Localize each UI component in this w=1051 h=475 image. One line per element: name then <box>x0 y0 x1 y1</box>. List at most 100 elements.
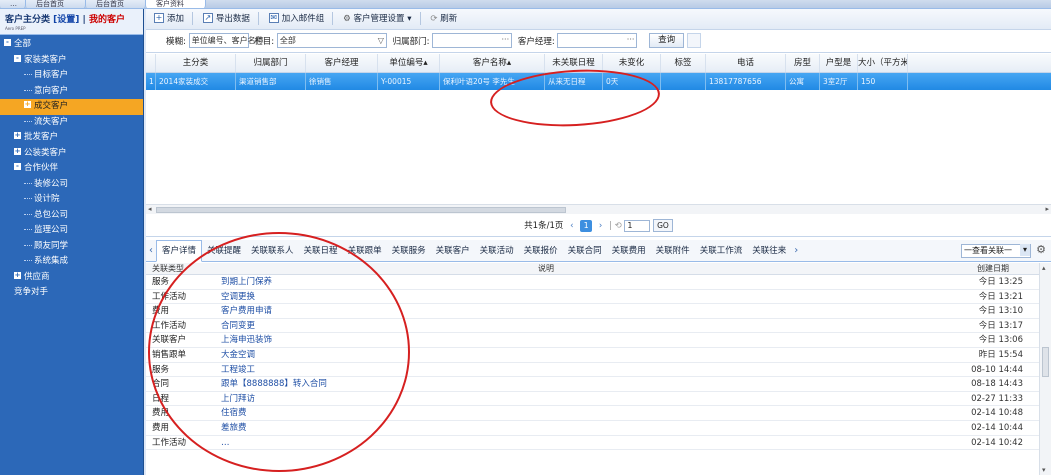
list-item[interactable]: 费用 住宿费 02-14 10:48 <box>146 406 1039 421</box>
column-header[interactable]: 客户经理 <box>306 54 378 72</box>
horizontal-scrollbar[interactable]: ◂ ▸ <box>146 204 1051 214</box>
fuzzy-search-input[interactable]: 单位编号、客户名称 <box>188 33 264 48</box>
scrollbar-thumb[interactable] <box>156 207 566 213</box>
list-item[interactable]: 费用 客户费用申请 今日 13:10 <box>146 304 1039 319</box>
gear-icon[interactable]: ⚙ <box>1036 243 1046 256</box>
tabs-scroll-left-icon[interactable]: ‹ <box>146 245 156 256</box>
sidebar-item[interactable]: + 公装类客户 <box>0 146 143 162</box>
expand-icon[interactable]: + <box>14 132 21 139</box>
scroll-left-icon[interactable]: ◂ <box>148 205 152 213</box>
related-description[interactable]: 上海申迅装饰 <box>221 333 871 347</box>
next-page-icon[interactable]: › <box>599 221 602 231</box>
tab[interactable]: 关联日程 <box>299 241 343 262</box>
related-description[interactable]: … <box>221 436 871 450</box>
vertical-scrollbar[interactable]: ▴ ▾ <box>1039 263 1051 475</box>
sidebar-item[interactable]: 装修公司 <box>0 177 143 193</box>
list-item[interactable]: 关联客户 上海申迅装饰 今日 13:06 <box>146 333 1039 348</box>
tab[interactable]: 关联跟单 <box>343 241 387 262</box>
mail-group-button[interactable]: ✉ 加入邮件组 <box>265 12 329 27</box>
related-description[interactable]: 住宿费 <box>221 406 871 420</box>
column-header[interactable]: 电话 <box>706 54 786 72</box>
tab[interactable]: 关联往来 <box>747 241 791 262</box>
sidebar-item[interactable]: + 批发客户 <box>0 130 143 146</box>
sidebar-item[interactable]: 顾友同学 <box>0 239 143 255</box>
column-header[interactable]: 标签 <box>661 54 706 72</box>
dept-field[interactable] <box>432 33 513 48</box>
sidebar-item[interactable]: + 供应商 <box>0 270 143 286</box>
tab[interactable]: 关联附件 <box>651 241 695 262</box>
sidebar-item[interactable]: 目标客户 <box>0 68 143 84</box>
collapse-icon[interactable]: - <box>14 54 21 62</box>
tab[interactable]: 关联联系人 <box>246 241 299 262</box>
sidebar-item[interactable]: 总包公司 <box>0 208 143 224</box>
scroll-right-icon[interactable]: ▸ <box>1045 205 1049 213</box>
top-tab-2[interactable]: 后台首页 <box>86 0 146 8</box>
tab[interactable]: 关联报价 <box>519 241 563 262</box>
column-header[interactable]: 户型是 <box>820 54 858 72</box>
refresh-button[interactable]: ⟳ 刷新 <box>426 12 461 27</box>
sidebar-my-customers-link[interactable]: 我的客户 <box>89 15 125 25</box>
top-tab-3[interactable]: 客户资料 <box>146 0 206 8</box>
sidebar-item[interactable]: - 合作伙伴 <box>0 161 143 177</box>
related-description[interactable]: 大金空调 <box>221 348 871 362</box>
related-description[interactable]: 工程竣工 <box>221 363 871 377</box>
table-row[interactable]: 1 2014家装成交 渠道销售部 徐销售 Y-00015 保利叶语20号 李先生 从来无日程… <box>146 73 1051 90</box>
tab[interactable]: 关联费用 <box>607 241 651 262</box>
scroll-up-icon[interactable]: ▴ <box>1042 264 1046 272</box>
tab[interactable]: 关联服务 <box>387 241 431 262</box>
sidebar-settings-link[interactable]: [设置] <box>53 15 79 25</box>
related-description[interactable]: 空调更换 <box>221 290 871 304</box>
related-description[interactable]: 上门拜访 <box>221 392 871 406</box>
list-item[interactable]: 日程 上门拜访 02-27 11:33 <box>146 392 1039 407</box>
column-header[interactable]: 客户名称▴ <box>440 54 545 72</box>
column-header[interactable]: 归属部门 <box>236 54 306 72</box>
customer-settings-button[interactable]: ⚙ 客户管理设置 ▾ <box>339 12 415 27</box>
current-page[interactable]: 1 <box>580 219 593 232</box>
sidebar-item[interactable]: 设计院 <box>0 192 143 208</box>
expand-icon[interactable]: + <box>14 271 21 279</box>
expand-icon[interactable]: + <box>14 147 21 155</box>
column-header[interactable]: 大小（平方米 <box>858 54 908 72</box>
list-item[interactable]: 合同 跟单【8888888】转入合同 08-18 14:43 <box>146 377 1039 392</box>
query-dropdown[interactable] <box>686 33 701 48</box>
tab[interactable]: 关联合同 <box>563 241 607 262</box>
list-item[interactable]: 服务 工程竣工 08-10 14:44 <box>146 363 1039 378</box>
top-tab-0[interactable]: … <box>0 0 26 8</box>
column-header[interactable]: 未变化 <box>603 54 661 72</box>
scrollbar-thumb[interactable] <box>1042 347 1049 377</box>
manager-field[interactable] <box>557 33 638 48</box>
column-header[interactable]: 主分类 <box>156 54 236 72</box>
go-button[interactable]: GO <box>653 219 673 232</box>
view-related-select[interactable]: 一查看关联一 <box>961 244 1031 258</box>
tab[interactable]: 关联工作流 <box>695 241 748 262</box>
expand-icon[interactable]: + <box>24 101 31 108</box>
tab[interactable]: 客户详情 <box>156 240 203 262</box>
prev-page-icon[interactable]: ‹ <box>570 221 573 231</box>
sidebar-item[interactable]: - 家装类客户 <box>0 53 143 69</box>
sidebar-item[interactable]: 监理公司 <box>0 223 143 239</box>
list-item[interactable]: 工作活动 空调更换 今日 13:21 <box>146 290 1039 305</box>
column-header[interactable]: 房型 <box>786 54 820 72</box>
related-description[interactable]: 合同变更 <box>221 319 871 333</box>
list-item[interactable]: 工作活动 合同变更 今日 13:17 <box>146 319 1039 334</box>
export-button[interactable]: ↗ 导出数据 <box>199 12 254 27</box>
top-tab-1[interactable]: 后台首页 <box>26 0 86 8</box>
related-description[interactable]: 跟单【8888888】转入合同 <box>221 377 871 391</box>
sidebar-item[interactable]: 流失客户 <box>0 115 143 131</box>
tab[interactable]: 关联活动 <box>475 241 519 262</box>
sidebar-item[interactable]: 意向客户 <box>0 84 143 100</box>
column-header[interactable] <box>146 54 156 72</box>
tab[interactable]: 关联提醒 <box>202 241 246 262</box>
list-item[interactable]: 费用 差旅费 02-14 10:44 <box>146 421 1039 436</box>
add-button[interactable]: + 添加 <box>150 12 188 27</box>
sidebar-item[interactable]: - 全部 <box>0 37 143 53</box>
column-header[interactable]: 未关联日程 <box>545 54 603 72</box>
sidebar-item[interactable]: 竞争对手 <box>0 285 143 301</box>
tab[interactable]: 关联客户 <box>431 241 475 262</box>
collapse-icon[interactable]: - <box>14 163 21 170</box>
sidebar-item[interactable]: 系统集成 <box>0 254 143 270</box>
sidebar-item[interactable]: + 成交客户 <box>0 99 143 115</box>
related-description[interactable]: 到期上门保养 <box>221 275 871 289</box>
column-select[interactable]: 全部 <box>276 33 387 48</box>
scroll-down-icon[interactable]: ▾ <box>1042 466 1046 474</box>
